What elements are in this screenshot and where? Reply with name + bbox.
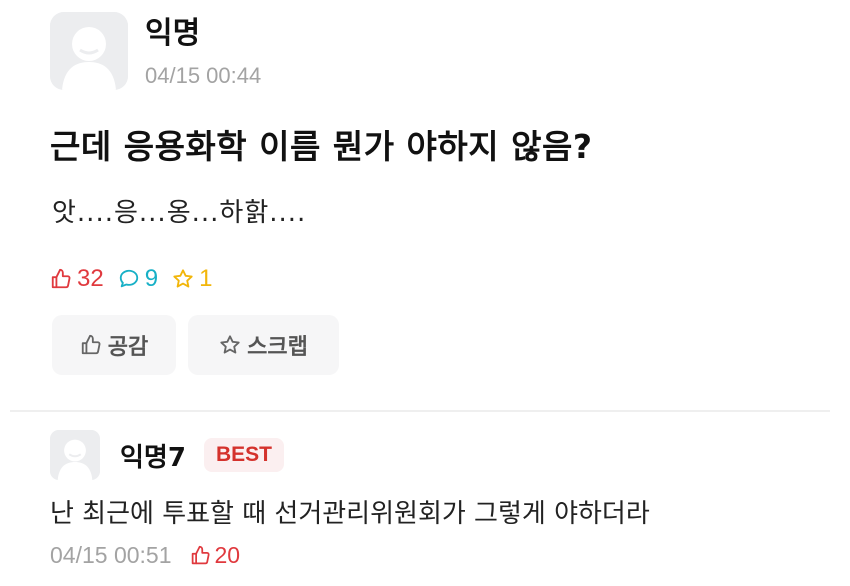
comment-count-value: 9 — [144, 265, 159, 292]
like-button-label: 공감 — [107, 335, 149, 360]
post-header: 익명 04/15 00:44 — [50, 12, 261, 91]
comment-author: 익명7 — [120, 442, 186, 473]
default-avatar-icon — [50, 430, 100, 480]
comment-header: 익명7 BEST — [50, 430, 284, 480]
like-count: 32 — [50, 265, 104, 293]
author-name: 익명 — [145, 16, 201, 51]
like-count-value: 32 — [77, 265, 104, 292]
post-page: 익명 04/15 00:44 근데 응용화학 이름 뭔가 야하지 않음? 앗..… — [0, 0, 850, 586]
scrap-button-label: 스크랩 — [247, 335, 308, 360]
thumbs-up-icon — [81, 334, 101, 355]
thumbs-up-icon — [191, 545, 210, 565]
thumbs-up-icon — [51, 268, 71, 289]
default-avatar-icon — [50, 12, 128, 90]
comment-text: 난 최근에 투표할 때 선거관리위원회가 그렇게 야하더라 — [50, 499, 650, 529]
comment-like-count: 20 — [214, 542, 241, 568]
comment-meta: 04/15 00:51 20 — [50, 542, 240, 569]
author-block: 익명 04/15 00:44 — [145, 12, 261, 91]
speech-bubble-icon — [119, 269, 138, 288]
comment-avatar[interactable] — [50, 430, 100, 480]
section-divider — [10, 410, 830, 412]
scrap-count: 1 — [172, 265, 212, 293]
like-button[interactable]: 공감 — [52, 315, 176, 375]
comment-timestamp: 04/15 00:51 — [50, 542, 172, 568]
scrap-count-value: 1 — [199, 265, 213, 292]
post-timestamp: 04/15 00:44 — [145, 63, 262, 88]
comment-count: 9 — [118, 265, 158, 293]
best-badge: BEST — [203, 438, 284, 472]
comment-like[interactable]: 20 — [190, 542, 241, 569]
star-icon — [173, 269, 193, 288]
star-icon — [220, 335, 240, 354]
post-body: 앗....응...옹...하핡.... — [52, 198, 307, 228]
post-title: 근데 응용화학 이름 뭔가 야하지 않음? — [50, 127, 593, 166]
post-stats: 32 9 1 — [50, 265, 226, 293]
scrap-button[interactable]: 스크랩 — [188, 315, 339, 375]
author-avatar[interactable] — [50, 12, 128, 90]
